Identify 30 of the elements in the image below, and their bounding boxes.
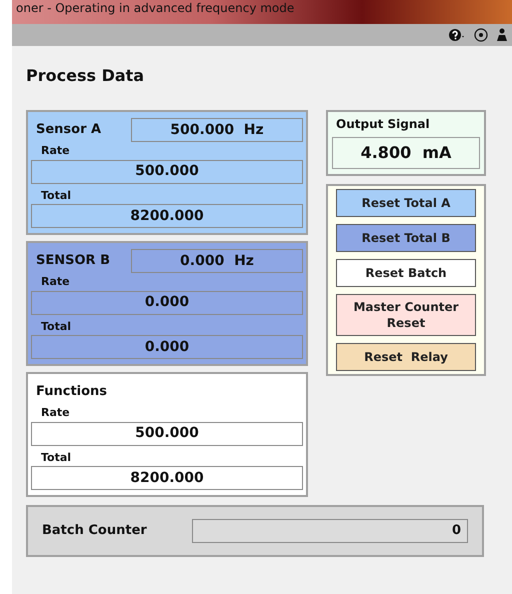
output-field: 4.800 mA — [332, 137, 480, 169]
batch-label: Batch Counter — [42, 522, 148, 540]
reset-button[interactable]: Reset Relay — [336, 343, 476, 371]
rate-field: 0.000 — [31, 290, 303, 314]
window-title: oner - Operating in advanced frequency mode — [16, 0, 294, 16]
field-label: Total — [40, 188, 72, 204]
total-field: 0.000 — [31, 335, 303, 359]
panel-title: SENSOR B — [35, 252, 111, 270]
panel-title: Sensor A — [35, 121, 102, 140]
field-label: Total — [40, 318, 72, 334]
help-icon[interactable] — [448, 28, 466, 42]
field-label: Total — [40, 450, 72, 466]
rate-field: 500.000 — [31, 160, 303, 184]
panel-title: Functions — [35, 383, 108, 402]
page-title: Process Data — [26, 65, 146, 87]
field-label: Rate — [40, 405, 71, 421]
reset-button[interactable]: Reset Batch — [336, 259, 476, 287]
field-label: Rate — [40, 274, 71, 290]
rate-field: 500.000 — [31, 422, 303, 446]
reset-button[interactable]: Reset Total A — [336, 189, 476, 217]
target-icon[interactable] — [474, 28, 488, 42]
reset-button[interactable]: Reset Total B — [336, 224, 476, 252]
frequency-field: 500.000 Hz — [131, 118, 303, 142]
output-label: Output Signal — [335, 116, 431, 133]
frequency-field: 0.000 Hz — [131, 249, 303, 273]
reset-button[interactable]: Master Counter Reset — [336, 294, 476, 336]
field-label: Rate — [40, 143, 71, 159]
total-field: 8200.000 — [31, 204, 303, 228]
batch-counter-field: 0 — [192, 519, 468, 543]
total-field: 8200.000 — [31, 466, 303, 490]
